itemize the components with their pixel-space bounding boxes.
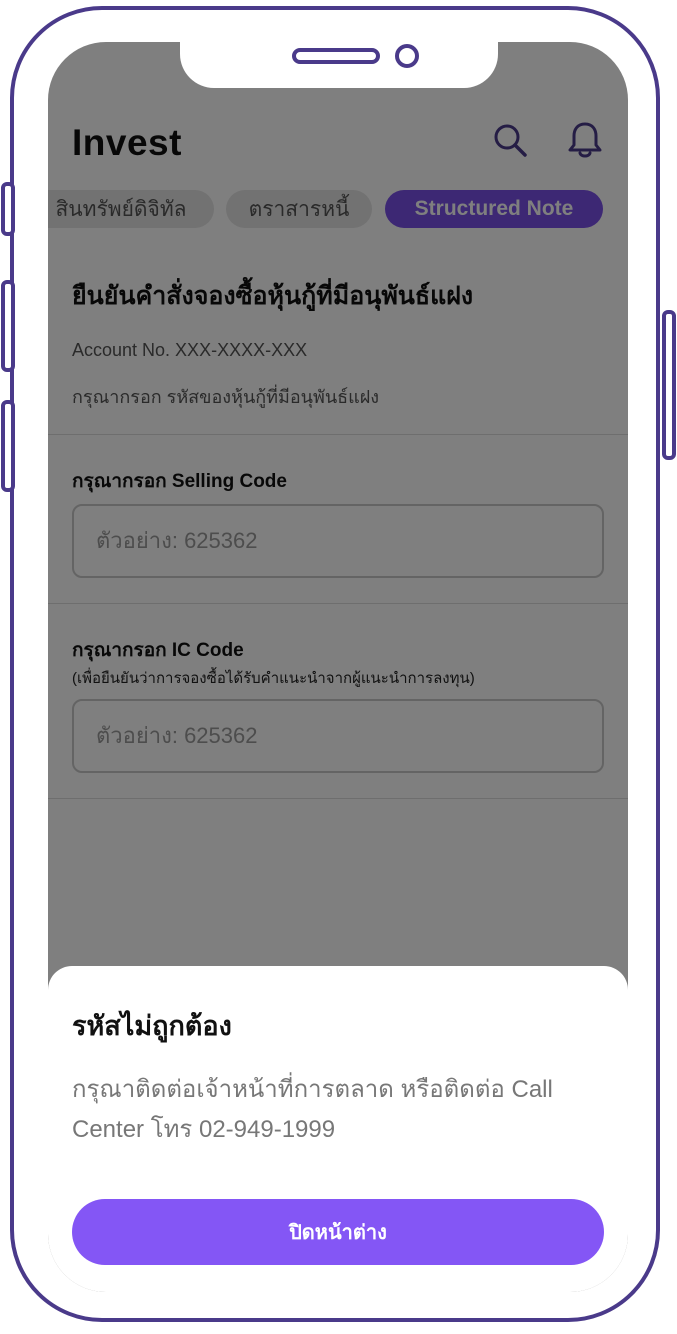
sheet-title: รหัสไม่ถูกต้อง <box>72 1011 232 1041</box>
side-button-left-3 <box>1 400 15 492</box>
sheet-message: กรุณาติดต่อเจ้าหน้าที่การตลาด หรือติดต่อ… <box>72 1076 553 1143</box>
speaker-icon <box>292 48 380 64</box>
close-window-button[interactable]: ปิดหน้าต่าง <box>72 1199 604 1265</box>
side-button-right <box>662 310 676 460</box>
camera-icon <box>395 44 419 68</box>
side-button-left-2 <box>1 280 15 372</box>
side-button-left-1 <box>1 182 15 236</box>
error-bottom-sheet: รหัสไม่ถูกต้อง กรุณาติดต่อเจ้าหน้าที่การ… <box>48 966 628 1292</box>
phone-screen: Invest สินทรัพย์ดิจิทัล ตราสารหนี้ Struc… <box>48 42 628 1292</box>
